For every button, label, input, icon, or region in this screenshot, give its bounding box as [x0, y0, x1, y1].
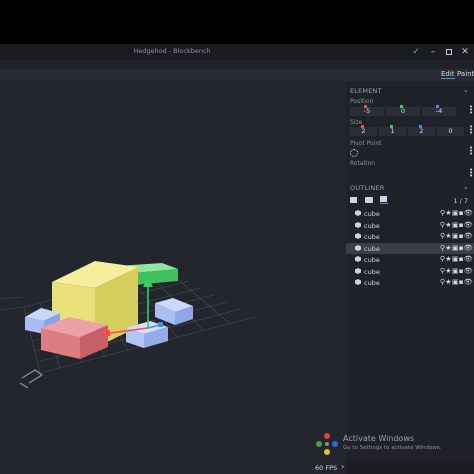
z-axis-marker	[419, 125, 422, 128]
cube-icon	[355, 279, 361, 285]
size-more-icon[interactable]: • • •	[469, 124, 473, 137]
3d-viewport[interactable]	[0, 81, 346, 474]
windows-logo-icon	[316, 433, 338, 455]
outliner-item-label: cube	[364, 256, 380, 264]
tab-paint[interactable]: Paint	[457, 70, 474, 78]
rotation-more-icon[interactable]: • • •	[469, 167, 473, 180]
window-title: Hedgehod - Blockbench	[133, 47, 211, 55]
y-axis-marker	[390, 125, 393, 128]
position-more-icon[interactable]: • • •	[469, 104, 473, 117]
size-z-input[interactable]: 2	[408, 125, 435, 136]
outliner-item-toggles[interactable]: ⚲★▣▪👁	[440, 221, 473, 229]
outliner-item-toggles[interactable]: ⚲★▣▪👁	[440, 267, 473, 275]
outliner-item[interactable]: cube ⚲★▣▪👁	[346, 254, 474, 265]
position-x-input[interactable]: -5	[350, 105, 384, 116]
outliner-count: 1 / 7	[453, 197, 468, 205]
element-panel-header[interactable]: ELEMENT ⌄	[346, 84, 474, 97]
viewport-scene	[0, 261, 256, 389]
chevron-down-icon[interactable]: ⌄	[463, 183, 469, 191]
minimize-icon[interactable]: –	[426, 45, 440, 59]
position-z-input[interactable]: -4	[422, 105, 456, 116]
add-group-icon[interactable]	[365, 197, 373, 203]
checkmark-icon[interactable]: ✓	[409, 45, 423, 59]
inflate-input[interactable]: 0	[437, 127, 464, 136]
cube-icon	[355, 210, 361, 216]
close-icon[interactable]: ✕	[458, 45, 472, 59]
position-label: Position	[350, 98, 374, 105]
cube-icon	[355, 221, 361, 228]
rotation-label: Rotation	[350, 160, 376, 167]
maximize-icon[interactable]	[442, 45, 456, 59]
add-cube-icon[interactable]	[350, 197, 357, 203]
size-x-input[interactable]: 2	[350, 125, 377, 136]
outliner-panel-title: OUTLINER	[350, 184, 385, 192]
outliner-item[interactable]: cube ⚲★▣▪👁	[346, 231, 474, 242]
x-axis-marker	[361, 125, 364, 128]
chevron-right-icon[interactable]: ›	[341, 462, 344, 471]
watermark-subtitle: Go to Settings to activate Windows.	[343, 445, 442, 451]
outliner-item-label: cube	[364, 244, 380, 253]
outliner-item-toggles[interactable]: ⚲★▣▪👁	[440, 244, 473, 252]
outliner-toolbar: 1 / 7	[346, 195, 474, 207]
y-axis-marker	[400, 105, 403, 108]
windows-activation-watermark: Activate Windows Go to Settings to activ…	[312, 431, 472, 459]
tab-edit[interactable]: Edit	[441, 70, 455, 79]
outliner-panel-header[interactable]: OUTLINER ⌄	[346, 181, 474, 194]
size-y-input[interactable]: 1	[379, 125, 406, 136]
outliner-item[interactable]: cube ⚲★▣▪👁	[346, 266, 474, 277]
outliner-item-toggles[interactable]: ⚲★▣▪👁	[440, 232, 473, 240]
pivot-more-icon[interactable]: • • •	[469, 145, 473, 158]
cube-icon	[355, 256, 361, 262]
chevron-down-icon[interactable]: ⌄	[463, 86, 469, 94]
outliner-item-toggles[interactable]: ⚲★▣▪👁	[440, 209, 473, 217]
outliner-item-label: cube	[364, 279, 380, 287]
outliner-item[interactable]: cube ⚲★▣▪👁	[346, 220, 474, 231]
cube-icon	[355, 267, 361, 274]
z-axis-marker	[436, 105, 439, 108]
outliner-item-toggles[interactable]: ⚲★▣▪👁	[440, 278, 473, 286]
element-panel-title: ELEMENT	[350, 87, 382, 95]
sort-icon[interactable]	[380, 196, 388, 204]
cube-icon	[355, 244, 361, 251]
outliner-item-label: cube	[364, 221, 380, 230]
compass-icon	[19, 369, 44, 389]
position-y-input[interactable]: 0	[386, 105, 420, 116]
outliner-item[interactable]: cube ⚲★▣▪👁	[346, 277, 474, 288]
status-bar: 60 FPS ›	[315, 461, 474, 474]
fps-counter: 60 FPS	[315, 464, 338, 472]
cube-icon	[355, 233, 361, 239]
window-titlebar: Hedgehod - Blockbench ✓ – ✕	[0, 44, 474, 60]
pivot-point-label: Pivot Point	[350, 140, 382, 147]
outliner-item-label: cube	[364, 233, 380, 241]
menu-bar	[0, 60, 474, 69]
outliner-item[interactable]: cube ⚲★▣▪👁	[346, 208, 474, 219]
watermark-title: Activate Windows	[343, 434, 415, 443]
outliner-item-toggles[interactable]: ⚲★▣▪👁	[440, 255, 473, 263]
outliner-item-label: cube	[364, 267, 380, 276]
right-panel: ELEMENT ⌄ Position -5 0 -4 • • • Size 2 1 …	[346, 81, 474, 461]
pivot-center-icon[interactable]	[350, 149, 358, 157]
outliner-item-selected[interactable]: cube ⚲★▣▪👁	[346, 242, 474, 254]
mode-bar: Edit Paint	[0, 69, 474, 81]
x-axis-marker	[364, 105, 367, 108]
outliner-item-label: cube	[364, 210, 380, 218]
